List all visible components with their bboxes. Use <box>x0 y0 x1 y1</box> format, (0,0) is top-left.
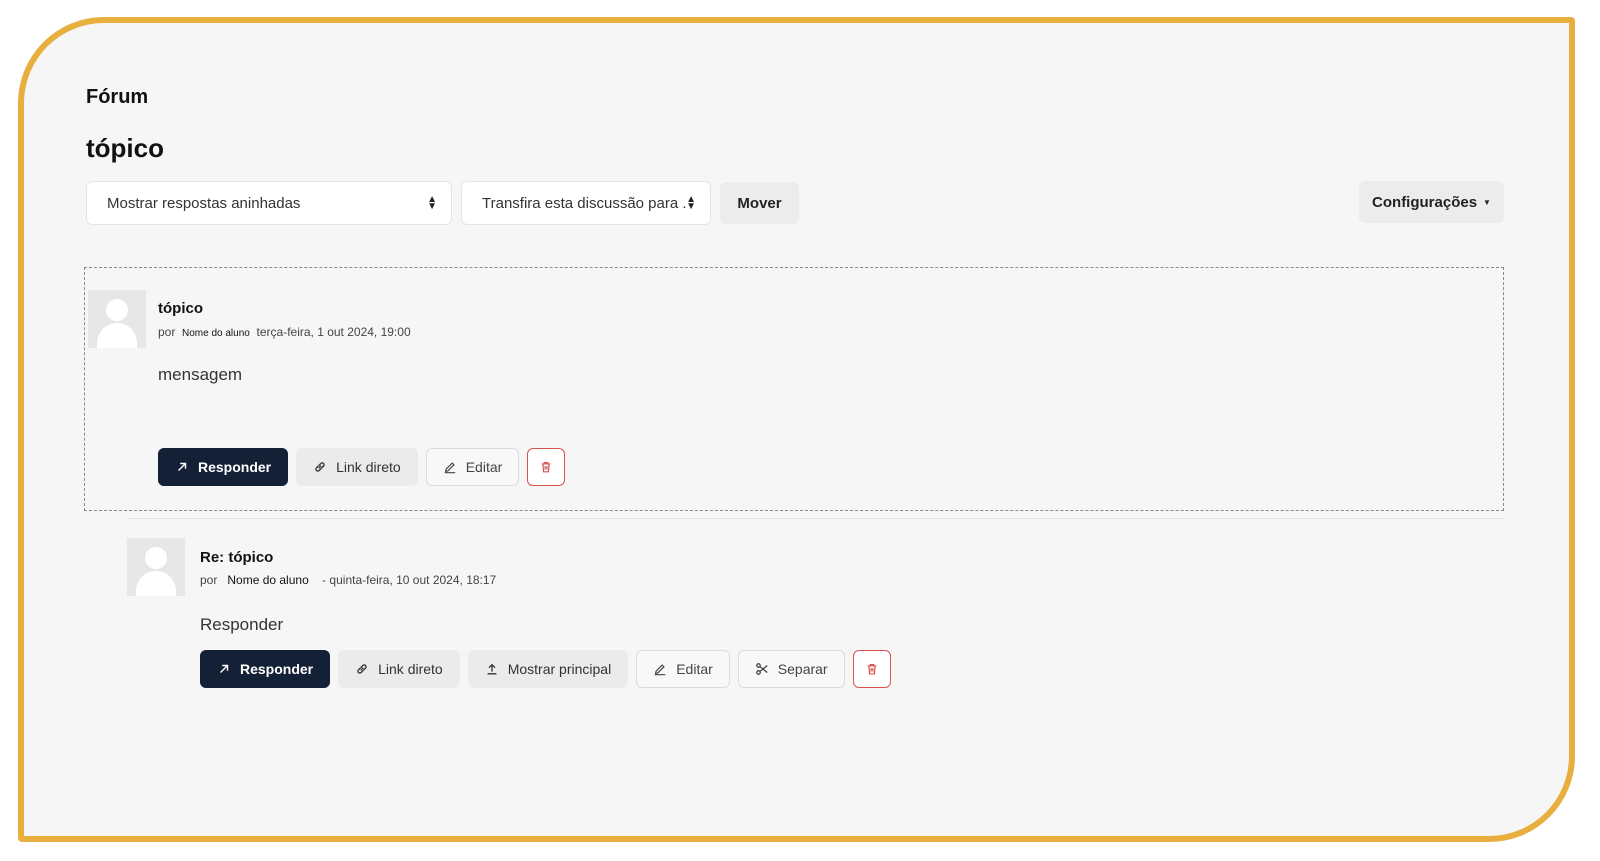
settings-button[interactable]: Configurações ▼ <box>1359 181 1504 223</box>
reply-meta: por Nome do aluno - quinta-feira, 10 out… <box>200 573 496 587</box>
reply-author[interactable]: Nome do aluno <box>227 573 308 587</box>
split-button[interactable]: Separar <box>737 650 845 688</box>
upload-icon <box>487 663 497 675</box>
chevron-updown-icon: ▲ ▼ <box>427 194 437 212</box>
move-target-select[interactable]: Transfira esta discussão para . ▲ ▼ <box>461 181 711 225</box>
display-mode-select[interactable]: Mostrar respostas aninhadas ▲ ▼ <box>86 181 452 225</box>
page-title: tópico <box>86 133 164 163</box>
reply-date: - quinta-feira, 10 out 2024, 18:17 <box>322 573 497 587</box>
post-author[interactable]: Nome do aluno <box>182 328 250 339</box>
breadcrumb[interactable]: Fórum <box>86 86 148 109</box>
permalink-label: Link direto <box>336 459 401 475</box>
post-by: por <box>158 325 176 339</box>
reply-by: por <box>200 573 218 587</box>
delete-button[interactable] <box>852 650 891 688</box>
edit-label: Editar <box>465 459 503 475</box>
link-icon <box>315 462 325 472</box>
reply-title: Re: tópico <box>200 549 274 566</box>
link-icon <box>357 664 367 674</box>
move-target-value: Transfira esta discussão para . <box>482 194 687 212</box>
permalink-button[interactable]: Link direto <box>338 650 460 688</box>
chevron-updown-icon: ▲ ▼ <box>686 194 696 212</box>
display-mode-value: Mostrar respostas aninhadas <box>107 194 301 212</box>
show-parent-label: Mostrar principal <box>507 661 612 677</box>
post-date: terça-feira, 1 out 2024, 19:00 <box>256 325 411 339</box>
caret-down-icon: ▼ <box>1483 197 1491 207</box>
post-title: tópico <box>158 300 203 317</box>
arrow-up-right-icon <box>178 462 187 471</box>
post-body: mensagem <box>158 365 243 384</box>
reply-label: Responder <box>240 661 314 677</box>
user-avatar-icon[interactable] <box>88 290 146 348</box>
post-meta: por Nome do aluno terça-feira, 1 out 202… <box>158 325 411 339</box>
scissors-icon <box>755 663 768 675</box>
split-label: Separar <box>777 661 828 677</box>
permalink-button[interactable]: Link direto <box>296 448 418 486</box>
delete-button[interactable] <box>527 448 566 486</box>
user-avatar-icon[interactable] <box>127 538 185 596</box>
reply-button[interactable]: Responder <box>158 448 289 486</box>
edit-button[interactable]: Editar <box>636 650 730 688</box>
move-button[interactable]: Mover <box>720 182 799 224</box>
arrow-up-right-icon <box>220 664 229 673</box>
reply-actions: Responder Link direto Mostrar principal … <box>200 650 891 688</box>
trash-icon <box>541 462 551 473</box>
post-actions: Responder Link direto Editar <box>158 448 566 486</box>
reply-body: Responder <box>200 615 284 634</box>
post-discussion: tópico por Nome do aluno terça-feira, 1 … <box>84 267 1504 511</box>
edit-label: Editar <box>676 661 713 677</box>
trash-icon <box>867 664 876 675</box>
pencil-icon <box>654 664 666 676</box>
reply-label: Responder <box>198 459 272 475</box>
show-parent-button[interactable]: Mostrar principal <box>467 650 629 688</box>
pencil-icon <box>444 462 455 474</box>
reply-divider <box>127 518 1504 519</box>
permalink-label: Link direto <box>378 661 443 677</box>
edit-button[interactable]: Editar <box>425 448 520 486</box>
settings-label: Configurações <box>1372 193 1478 211</box>
reply-button[interactable]: Responder <box>200 650 331 688</box>
window-frame: Fórum tópico Mostrar respostas aninhadas… <box>18 17 1575 842</box>
